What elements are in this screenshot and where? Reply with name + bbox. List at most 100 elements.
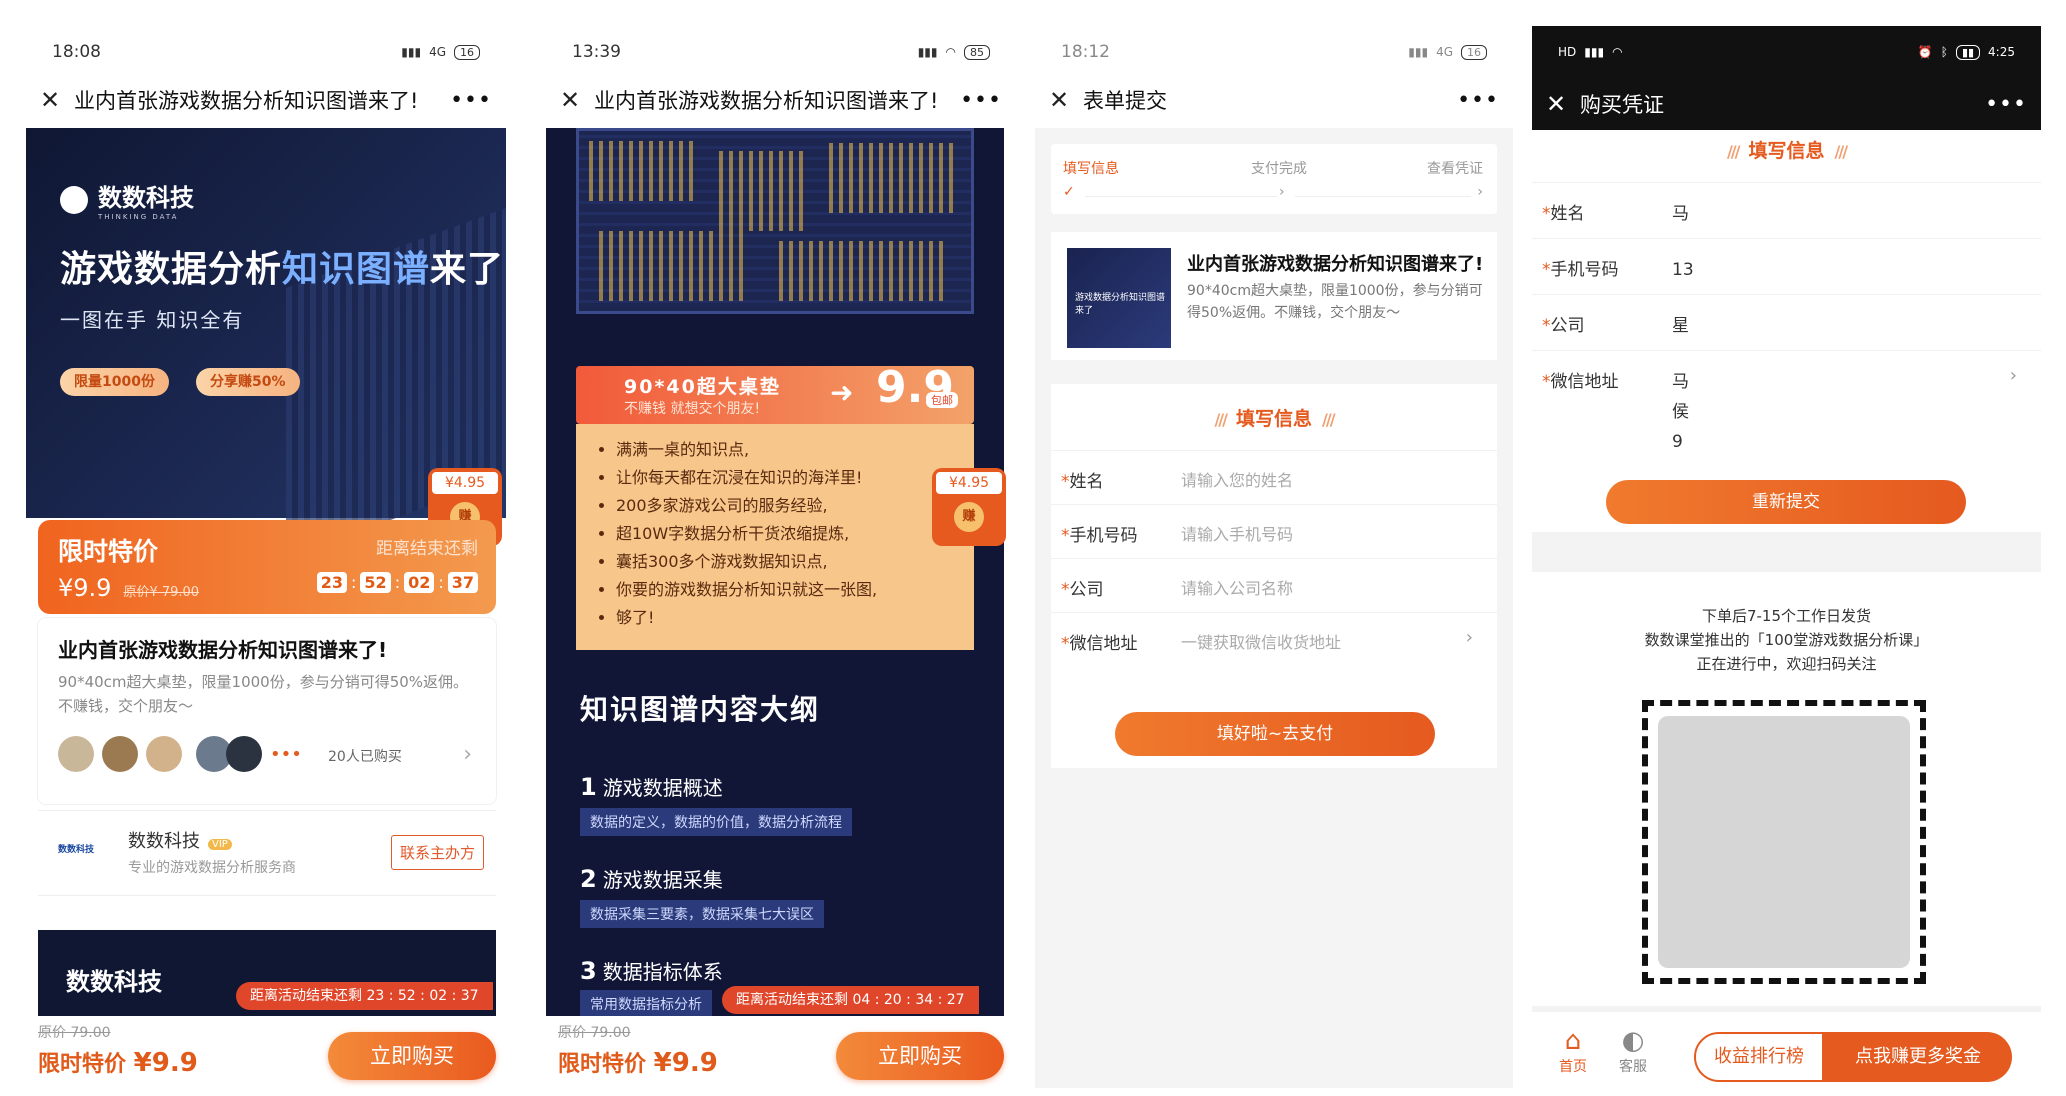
bottom-price: ¥9.9 bbox=[653, 1048, 718, 1078]
company-value[interactable]: 星 bbox=[1672, 311, 1689, 341]
chevron-right-icon[interactable]: › bbox=[2010, 365, 2017, 386]
buyer-count[interactable]: 20人已购买 bbox=[328, 746, 402, 766]
store-logo: 数数科技 bbox=[58, 845, 95, 855]
company-field[interactable]: 公司 请输入公司名称 bbox=[1051, 558, 1497, 612]
red-packet-price: ¥4.95 bbox=[432, 472, 498, 494]
close-icon[interactable]: ✕ bbox=[560, 86, 594, 114]
phone-field[interactable]: 手机号码 13 bbox=[1532, 238, 2041, 294]
status-time: 4:25 bbox=[1988, 45, 2015, 59]
section-heading: 1 游戏数据概述 bbox=[580, 772, 723, 801]
status-time: 18:12 bbox=[1061, 42, 1110, 62]
orig-label: 原价 bbox=[123, 585, 150, 600]
field-label: 手机号码 bbox=[1542, 255, 1619, 280]
company-input[interactable]: 请输入公司名称 bbox=[1181, 575, 1293, 599]
phone-screen-voucher: HD ▮▮▮ ◠ ⏰ ᛒ ▮▮ 4:25 ✕ 购买凭证 ••• ///填写信息 /… bbox=[1532, 0, 2041, 1096]
company-field[interactable]: 公司 星 bbox=[1532, 294, 2041, 350]
status-time: 13:39 bbox=[572, 42, 621, 62]
promo-price: ¥9.9 bbox=[58, 574, 112, 602]
bottom-price: ¥9.9 bbox=[133, 1048, 198, 1078]
name-value[interactable]: 马 bbox=[1672, 199, 1689, 229]
resubmit-button[interactable]: 重新提交 bbox=[1606, 480, 1966, 524]
progress-steps: 填写信息 支付完成 查看凭证 ✓ › › bbox=[1051, 144, 1497, 214]
alarm-icon: ⏰ bbox=[1917, 45, 1933, 59]
section-title: 游戏数据概述 bbox=[602, 776, 723, 800]
qr-code-image bbox=[1658, 716, 1910, 968]
more-options-icon[interactable]: ••• bbox=[1985, 92, 2027, 117]
ribbon-sub: 不赚钱 就想交个朋友! bbox=[624, 401, 761, 417]
coin-icon: 赚 bbox=[954, 502, 984, 532]
wechat-address-field[interactable]: 微信地址 马 侯 9 › bbox=[1532, 350, 2041, 452]
more-options-icon[interactable]: ••• bbox=[960, 88, 1002, 113]
offer-ribbon: 90*40超大桌垫 不赚钱 就想交个朋友! ➜ 9.9 包邮 bbox=[576, 362, 974, 424]
more-options-icon[interactable]: ••• bbox=[1457, 88, 1499, 113]
phone-screen-form-submit: 18:12 ▮▮▮ 4G 16 ✕ 表单提交 ••• 填写信息 支付完成 查看凭… bbox=[1035, 0, 1513, 1096]
status-bar: 13:39 ▮▮▮ ◠ 85 bbox=[546, 32, 1016, 72]
tab-service[interactable]: ◐ 客服 bbox=[1608, 1026, 1658, 1076]
note-line: 数数课堂推出的「100堂游戏数据分析课」 bbox=[1644, 631, 1929, 649]
section-title: 数据指标体系 bbox=[602, 960, 723, 984]
section-heading: 2 游戏数据采集 bbox=[580, 864, 723, 893]
name-input[interactable]: 请输入您的姓名 bbox=[1181, 467, 1293, 491]
bottom-bar: 原价 79.00 限时特价 ¥9.9 立即购买 bbox=[26, 1016, 506, 1096]
phone-input[interactable]: 请输入手机号码 bbox=[1181, 521, 1293, 545]
field-label: 姓名 bbox=[1542, 199, 1585, 224]
orig-price: 79.00 bbox=[590, 1025, 631, 1041]
qr-code[interactable] bbox=[1642, 700, 1926, 984]
buyer-avatars[interactable]: ••• bbox=[58, 736, 302, 772]
activity-countdown: 距离活动结束还剩 23 : 52 : 02 : 37 bbox=[236, 982, 493, 1010]
hero-title-part: 来了 bbox=[430, 249, 505, 290]
go-pay-button[interactable]: 填好啦~去支付 bbox=[1115, 712, 1435, 756]
form-title: ///填写信息/// bbox=[1726, 140, 1848, 162]
name-field[interactable]: 姓名 马 bbox=[1532, 182, 2041, 238]
bottom-orig-price: 原价 79.00 bbox=[38, 1022, 111, 1042]
chevron-right-icon: › bbox=[1279, 184, 1285, 200]
bottom-price-row: 限时特价 ¥9.9 bbox=[558, 1046, 718, 1078]
buy-now-button[interactable]: 立即购买 bbox=[328, 1032, 496, 1080]
activity-countdown: 距离活动结束还剩 04 : 20 : 34 : 27 bbox=[722, 986, 979, 1014]
form-title-text: 填写信息 bbox=[1748, 140, 1825, 162]
more-options-icon[interactable]: ••• bbox=[450, 88, 492, 113]
store-name-row: 数数科技 VIP bbox=[128, 827, 232, 853]
chevron-right-icon[interactable]: › bbox=[463, 742, 472, 767]
step-view-voucher: 查看凭证 bbox=[1427, 161, 1483, 177]
contact-organizer-button[interactable]: 联系主办方 bbox=[390, 835, 484, 870]
section-tag: 数据的定义，数据的价值，数据分析流程 bbox=[580, 808, 852, 836]
close-icon[interactable]: ✕ bbox=[40, 86, 74, 114]
red-packet[interactable]: ¥4.95 赚 bbox=[932, 468, 1006, 546]
list-item: 满满一桌的知识点, bbox=[616, 436, 974, 464]
tab-home[interactable]: ⌂ 首页 bbox=[1548, 1026, 1598, 1076]
close-icon[interactable]: ✕ bbox=[1546, 90, 1580, 118]
phone-value[interactable]: 13 bbox=[1672, 255, 1694, 285]
product-title: 业内首张游戏数据分析知识图谱来了! bbox=[58, 638, 388, 662]
battery-icon: ▮▮ bbox=[1955, 44, 1981, 60]
phone-screen-product-page: 18:08 ▮▮▮ 4G 16 ✕ 业内首张游戏数据分析知识图谱来了! ••• … bbox=[26, 0, 506, 1096]
page-title: 表单提交 bbox=[1083, 89, 1167, 113]
hero-title-highlight: 知识图谱 bbox=[282, 249, 431, 290]
form-title: ///填写信息/// bbox=[1214, 408, 1335, 430]
list-item: 200多家游戏公司的服务经验, bbox=[616, 492, 974, 520]
battery-icon: 16 bbox=[1461, 44, 1487, 60]
orig-label: 原价 bbox=[38, 1025, 66, 1041]
nav-bar: ✕ 业内首张游戏数据分析知识图谱来了! ••• bbox=[546, 78, 1016, 122]
buy-now-button[interactable]: 立即购买 bbox=[836, 1032, 1004, 1080]
close-icon[interactable]: ✕ bbox=[1049, 86, 1083, 114]
promo-price-row: ¥9.9 原价¥ 79.00 bbox=[58, 574, 199, 602]
wechat-address-input[interactable]: 一键获取微信收货地址 bbox=[1181, 629, 1341, 653]
earn-more-button[interactable]: 点我赚更多奖金 bbox=[1824, 1032, 2012, 1082]
earnings-ranking-button[interactable]: 收益排行榜 bbox=[1694, 1032, 1824, 1082]
chevron-right-icon[interactable]: › bbox=[1466, 627, 1473, 648]
brand-logo: 数数科技 THINKING DATA bbox=[60, 178, 194, 221]
check-icon: ✓ bbox=[1063, 184, 1075, 200]
limited-pill: 限量1000份 bbox=[60, 368, 169, 396]
thumbnail-text: 游戏数据分析知识图谱来了 bbox=[1075, 293, 1166, 316]
bottom-bar: 原价 79.00 限时特价 ¥9.9 立即购买 bbox=[546, 1016, 1016, 1096]
outline-heading: 知识图谱内容大纲 bbox=[580, 693, 821, 726]
wechat-address-field[interactable]: 微信地址 一键获取微信收货地址 › bbox=[1051, 612, 1497, 666]
section-heading: 3 数据指标体系 bbox=[580, 956, 723, 985]
avatar bbox=[226, 736, 262, 772]
store-name: 数数科技 bbox=[128, 831, 200, 852]
arrow-right-icon: ➜ bbox=[830, 376, 854, 409]
phone-field[interactable]: 手机号码 请输入手机号码 bbox=[1051, 504, 1497, 558]
address-value[interactable]: 马 侯 9 bbox=[1672, 367, 1692, 457]
name-field[interactable]: 姓名 请输入您的姓名 bbox=[1051, 450, 1497, 504]
